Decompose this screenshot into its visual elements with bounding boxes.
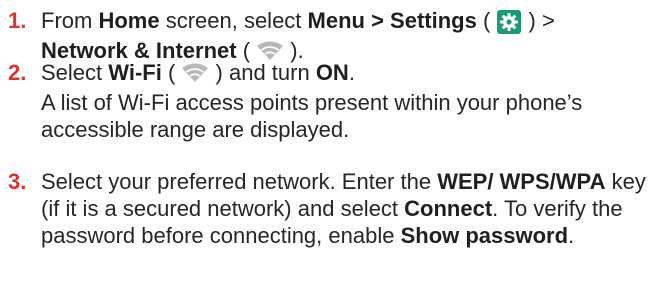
instruction-document: 1. From Home screen, select Menu > Setti… xyxy=(0,0,655,283)
step-text: Select your preferred network. Enter the… xyxy=(41,168,651,249)
text-run: ( xyxy=(161,60,176,85)
step-3: 3. Select your preferred network. Enter … xyxy=(8,168,651,249)
step-number: 2. xyxy=(8,60,27,85)
home-term: Home xyxy=(98,8,160,33)
text-run: ) and turn xyxy=(215,60,316,85)
text-run: . xyxy=(348,60,355,85)
connect-term: Connect xyxy=(404,196,493,221)
step-number: 3. xyxy=(8,169,27,194)
on-term: ON xyxy=(315,60,349,85)
text-run: . xyxy=(568,223,575,248)
step-1: 1. From Home screen, select Menu > Setti… xyxy=(8,7,651,67)
text-run: Select your preferred network. Enter the xyxy=(41,169,438,194)
text-run: Select xyxy=(41,60,109,85)
wifi-term: Wi-Fi xyxy=(108,60,162,85)
text-run: screen, select xyxy=(159,8,308,33)
step-2: 2. Select Wi-Fi ( ) and turn ON. A list … xyxy=(8,59,651,143)
settings-gear-icon xyxy=(496,9,522,37)
text-run: ) > xyxy=(528,8,555,33)
text-run: From xyxy=(41,8,99,33)
show-password-term: Show password xyxy=(400,223,569,248)
step-2-description: A list of Wi-Fi access points present wi… xyxy=(41,90,583,142)
step-text: From Home screen, select Menu > Settings… xyxy=(41,7,651,67)
text-run: ( xyxy=(476,8,491,33)
wep-wps-wpa-term: WEP/ WPS/WPA xyxy=(437,169,606,194)
menu-settings-term: Menu > Settings xyxy=(307,8,477,33)
step-text: Select Wi-Fi ( ) and turn ON. A list of … xyxy=(41,59,651,143)
step-number: 1. xyxy=(8,8,27,33)
wifi-icon xyxy=(181,62,209,89)
